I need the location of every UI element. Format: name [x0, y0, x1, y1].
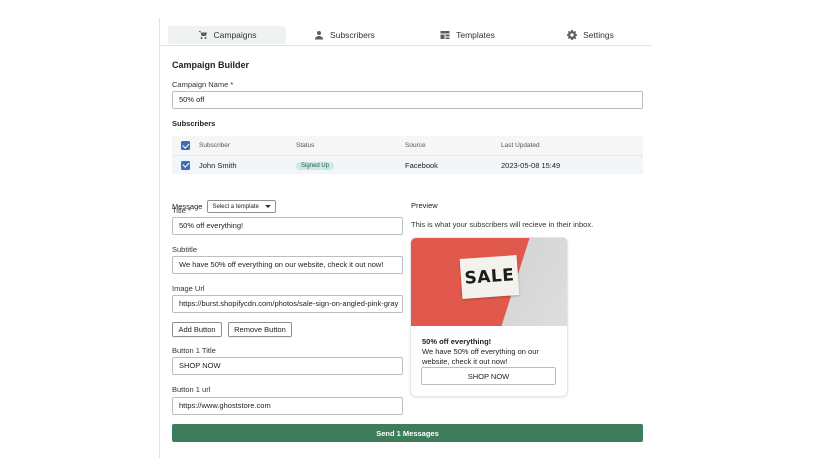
subscribers-label: Subscribers: [172, 119, 216, 128]
person-icon: [315, 31, 324, 40]
shop-icon: [198, 31, 207, 39]
gear-icon: [567, 30, 578, 40]
select-all-checkbox[interactable]: [181, 141, 190, 150]
subscribers-table: Subscriber Status Source Last Updated Jo…: [172, 136, 643, 174]
campaign-name-input[interactable]: 50% off: [172, 91, 643, 109]
card-subtitle: We have 50% off everything on our websit…: [422, 347, 539, 366]
subtitle-label: Subtitle: [172, 245, 198, 254]
campaign-name-label: Campaign Name *: [172, 80, 234, 89]
template-select[interactable]: Select a template: [207, 200, 276, 213]
tab-campaigns[interactable]: Campaigns: [168, 26, 286, 44]
button1-url-label: Button 1 url: [172, 385, 211, 394]
template-select-value: Select a template: [212, 203, 259, 210]
card-shop-now-button[interactable]: SHOP NOW: [421, 367, 556, 385]
image-url-label: Image Url: [172, 284, 205, 293]
cell-source: Facebook: [405, 160, 438, 170]
tab-subscribers-label: Subscribers: [330, 30, 375, 40]
button1-url-input[interactable]: https://www.ghoststore.com: [172, 397, 403, 415]
cell-status: Signed Up: [296, 160, 405, 170]
tab-subscribers[interactable]: Subscribers: [283, 26, 406, 44]
campaign-panel: Campaigns Subscribers Templates Settings…: [159, 18, 652, 458]
tab-templates[interactable]: Templates: [406, 26, 529, 44]
tab-templates-label: Templates: [456, 30, 495, 40]
table-row[interactable]: John Smith Signed Up Facebook 2023-05-08…: [172, 155, 643, 174]
remove-button-button[interactable]: Remove Button: [228, 322, 292, 337]
button1-title-input[interactable]: SHOP NOW: [172, 357, 403, 375]
tab-bar: Campaigns Subscribers Templates Settings: [160, 26, 652, 46]
button1-title-label: Button 1 Title: [172, 346, 216, 355]
send-messages-button[interactable]: Send 1 Messages: [172, 424, 643, 442]
preview-description-text: This is what your subscribers will recie…: [411, 220, 594, 229]
preview-label: Preview: [411, 201, 438, 210]
header-source: Source: [405, 142, 426, 149]
status-badge: Signed Up: [296, 162, 335, 170]
subtitle-input[interactable]: We have 50% off everything on our websit…: [172, 256, 403, 274]
table-header: Subscriber Status Source Last Updated: [172, 136, 643, 155]
tab-campaigns-label: Campaigns: [213, 30, 257, 40]
section-title: Campaign Builder: [172, 60, 250, 70]
header-subscriber: Subscriber: [199, 142, 231, 149]
title-label: Title *: [172, 206, 191, 215]
tab-settings-label: Settings: [583, 30, 614, 40]
row-checkbox[interactable]: [181, 160, 190, 170]
preview-image: SALE: [411, 238, 567, 326]
cell-subscriber: John Smith: [199, 160, 237, 170]
cell-last-updated: 2023-05-08 15:49: [501, 160, 561, 170]
sale-sign: SALE: [459, 255, 520, 299]
header-last-updated: Last Updated: [501, 142, 540, 149]
preview-card: SALE 50% off everything! We have 50% off…: [411, 238, 567, 396]
add-button-button[interactable]: Add Button: [172, 322, 222, 337]
header-status: Status: [296, 142, 315, 149]
image-url-input[interactable]: https://burst.shopifycdn.com/photos/sale…: [172, 295, 403, 313]
tab-settings[interactable]: Settings: [529, 26, 652, 44]
template-icon: [440, 31, 450, 39]
title-input[interactable]: 50% off everything!: [172, 217, 403, 235]
card-title: 50% off everything!: [422, 337, 492, 346]
chevron-down-icon: [264, 205, 271, 208]
